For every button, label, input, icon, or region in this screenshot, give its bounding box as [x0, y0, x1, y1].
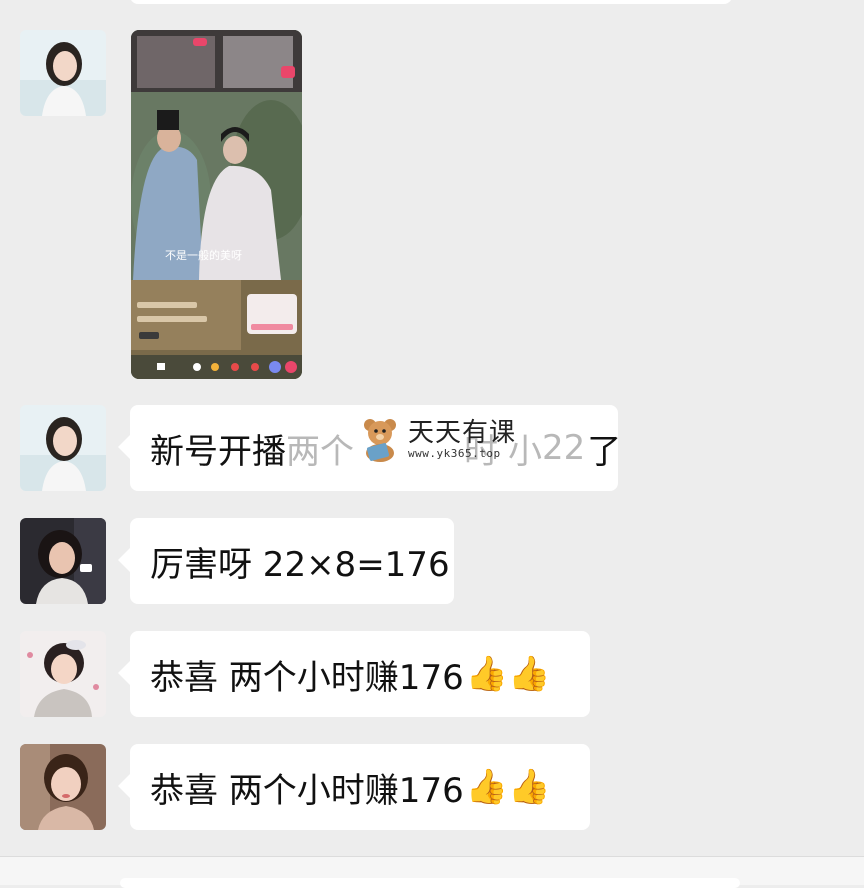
previous-message-bubble: [130, 0, 732, 4]
watermark-title: 天天有课: [408, 417, 517, 448]
message-text: 新号开播: [150, 431, 286, 472]
message-text-faded: 两个: [286, 431, 354, 472]
message-bubble[interactable]: 恭喜 两个小时赚176 👍👍: [118, 744, 590, 830]
avatar[interactable]: [20, 631, 106, 717]
message-input[interactable]: [120, 878, 740, 888]
video-thumbnail[interactable]: 不是一般的美呀: [131, 30, 302, 379]
watermark-url: www.yk365.top: [408, 446, 501, 460]
avatar[interactable]: [20, 518, 106, 604]
avatar[interactable]: [20, 30, 106, 116]
watermark: 天天有课 www.yk365.top: [356, 413, 526, 465]
thumbs-up-icon: 👍👍: [465, 767, 551, 807]
avatar[interactable]: [20, 744, 106, 830]
message-bubble[interactable]: 厉害呀 22×8=176: [118, 518, 454, 604]
bear-logo-icon: [364, 419, 396, 462]
video-subtitle: 不是一般的美呀: [165, 248, 242, 262]
message-text-faded: 22: [542, 428, 586, 468]
avatar[interactable]: [20, 405, 106, 491]
thumbs-up-icon: 👍👍: [465, 654, 551, 694]
message-text: 恭喜 两个小时赚176: [150, 770, 464, 811]
message-bubble[interactable]: 恭喜 两个小时赚176 👍👍: [118, 631, 590, 717]
message-text: 厉害呀 22×8=176: [150, 544, 450, 585]
message-text: 恭喜 两个小时赚176: [150, 657, 464, 698]
message-text: 了: [587, 431, 622, 472]
